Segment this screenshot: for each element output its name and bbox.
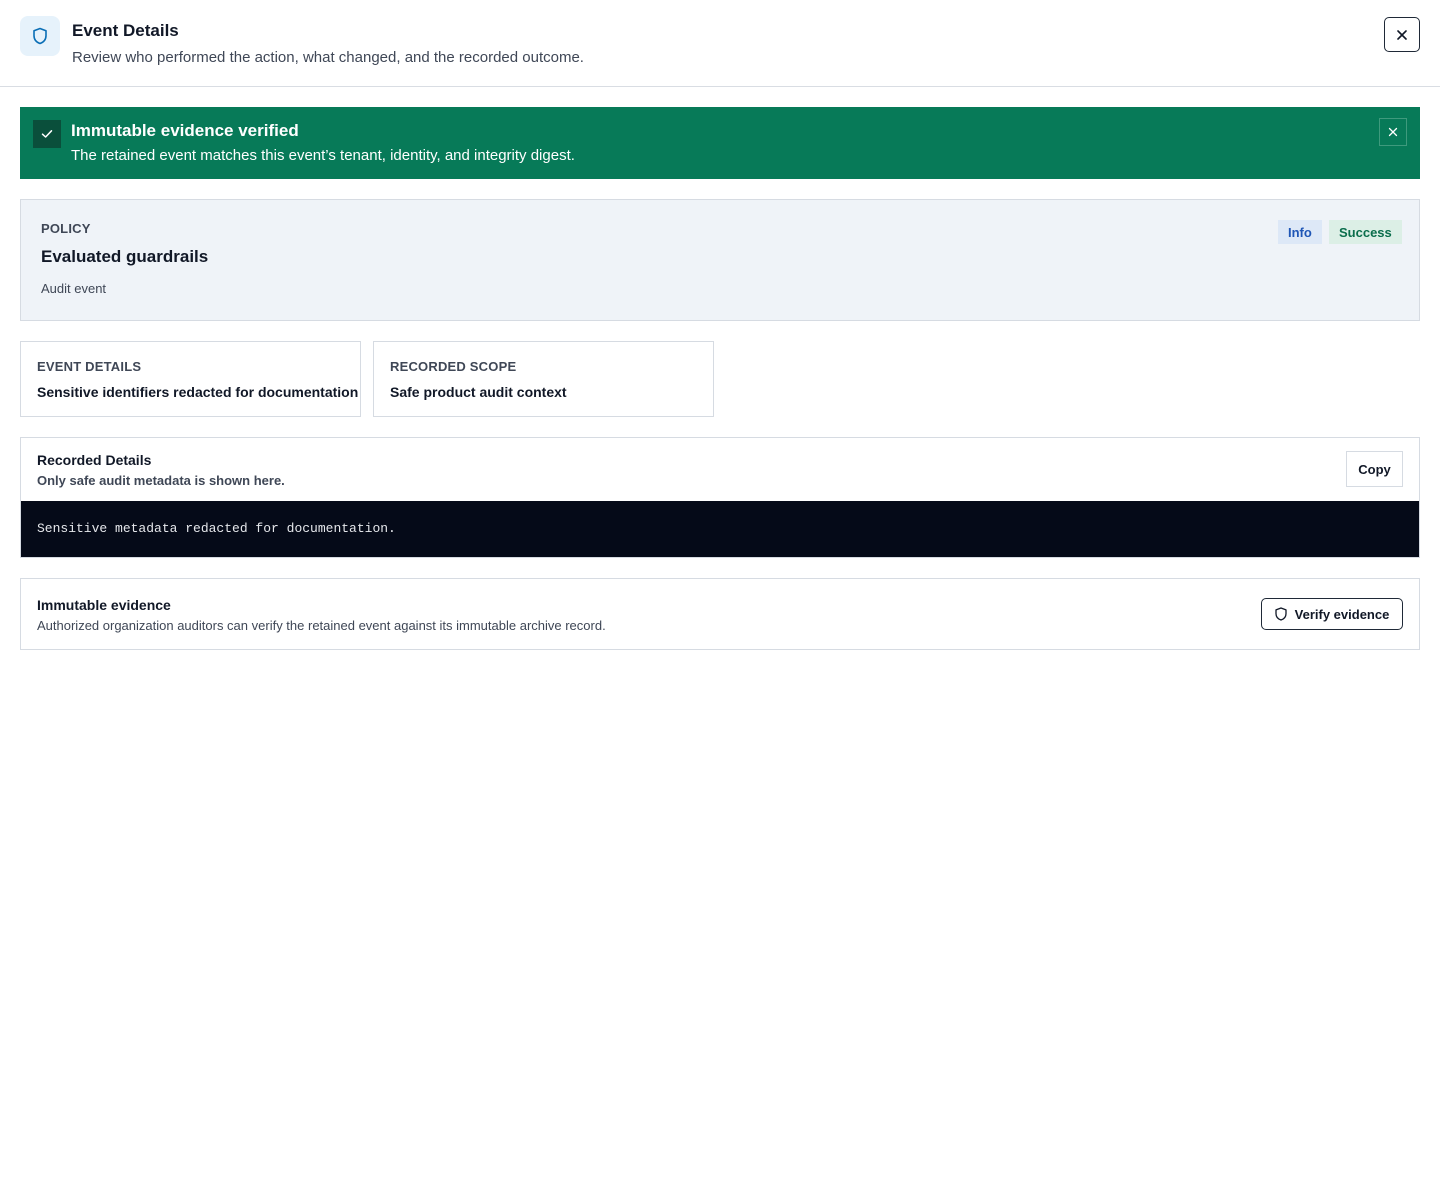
banner-title: Immutable evidence verified xyxy=(71,121,299,140)
close-icon xyxy=(1397,29,1407,40)
code-text: Sensitive metadata redacted for document… xyxy=(37,521,396,536)
recorded-details-title: Recorded Details xyxy=(37,452,152,468)
dialog-title: Event Details xyxy=(72,21,179,40)
evidence-subtitle: Authorized organization auditors can ver… xyxy=(37,618,606,633)
check-icon xyxy=(33,120,61,148)
policy-panel: POLICY Evaluated guardrails Audit event … xyxy=(20,199,1420,321)
card-value: Sensitive identifiers redacted for docum… xyxy=(37,384,359,400)
dialog-subtitle: Review who performed the action, what ch… xyxy=(72,49,584,66)
policy-label: POLICY xyxy=(41,221,91,236)
card-label: EVENT DETAILS xyxy=(37,359,142,374)
shield-icon xyxy=(1275,607,1287,621)
copy-button[interactable]: Copy xyxy=(1346,451,1403,487)
close-icon xyxy=(1388,127,1398,137)
verified-banner: Immutable evidence verified The retained… xyxy=(20,107,1420,179)
recorded-details-subtitle: Only safe audit metadata is shown here. xyxy=(37,473,285,488)
card-value: Safe product audit context xyxy=(390,384,567,400)
evidence-title: Immutable evidence xyxy=(37,597,171,613)
dialog-header: Event Details Review who performed the a… xyxy=(0,0,1440,87)
dismiss-banner-button[interactable] xyxy=(1379,118,1407,146)
close-button[interactable] xyxy=(1384,17,1420,52)
immutable-evidence-panel: Immutable evidence Authorized organizati… xyxy=(20,578,1420,650)
policy-subtitle: Audit event xyxy=(41,281,107,296)
verify-evidence-label: Verify evidence xyxy=(1294,606,1390,622)
event-details-card: EVENT DETAILS Sensitive identifiers reda… xyxy=(20,341,361,417)
shield-icon xyxy=(20,16,60,56)
recorded-scope-card: RECORDED SCOPE Safe product audit contex… xyxy=(373,341,714,417)
recorded-details-panel: Recorded Details Only safe audit metadat… xyxy=(20,437,1420,558)
code-block: Sensitive metadata redacted for document… xyxy=(21,501,1419,557)
card-label: RECORDED SCOPE xyxy=(390,359,517,374)
banner-text: The retained event matches this event’s … xyxy=(71,147,575,164)
policy-title: Evaluated guardrails xyxy=(41,247,209,266)
success-badge: Success xyxy=(1329,220,1402,244)
info-badge: Info xyxy=(1278,220,1322,244)
verify-evidence-button[interactable]: Verify evidence xyxy=(1261,598,1403,630)
